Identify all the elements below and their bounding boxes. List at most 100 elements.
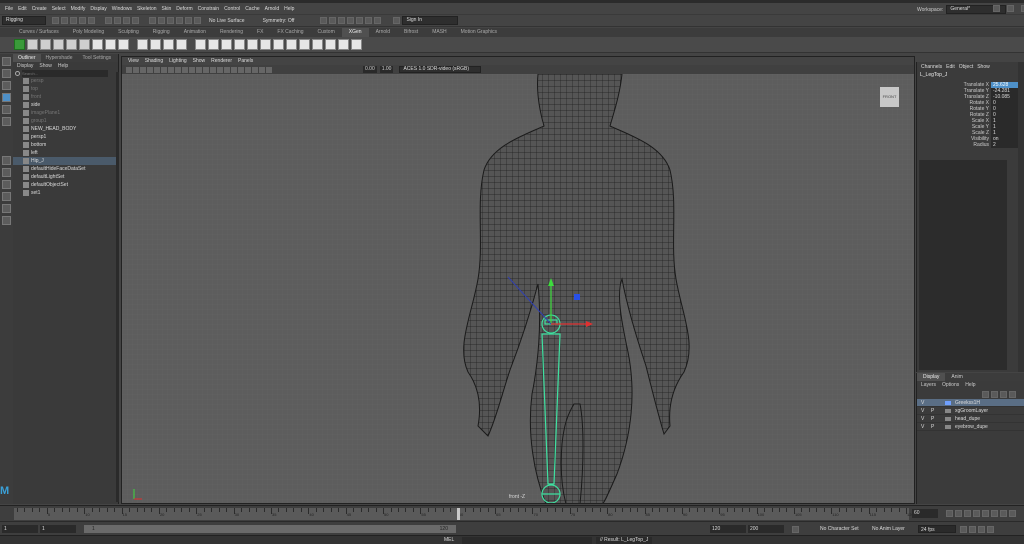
guide-icon[interactable]	[195, 39, 206, 50]
move-layer-up-icon[interactable]	[982, 390, 989, 398]
layer-tab-anim[interactable]: Anim	[945, 373, 968, 381]
density-icon[interactable]	[234, 39, 245, 50]
xgen-icon[interactable]	[14, 39, 25, 50]
attribute-row[interactable]: Radius 2	[917, 142, 1024, 148]
single-view-icon[interactable]	[2, 168, 11, 177]
viewport-menu-panels[interactable]: Panels	[238, 57, 253, 65]
shelf-tab-poly-modeling[interactable]: Poly Modeling	[66, 28, 111, 37]
colorspace-dropdown[interactable]: ACES 1.0 SDR-video (sRGB)	[399, 66, 482, 73]
layer-visibility-toggle[interactable]: V	[921, 407, 924, 415]
image-plane-icon[interactable]	[147, 66, 153, 73]
step-back-icon[interactable]	[964, 510, 971, 517]
layer-row[interactable]: V Greekss1H	[917, 399, 1024, 407]
sculpt-icon[interactable]	[221, 39, 232, 50]
anim-layer-dropdown[interactable]: No Anim Layer	[870, 525, 914, 533]
menu-display[interactable]: Display	[90, 6, 106, 12]
outliner-item[interactable]: defaultLightSet	[13, 173, 118, 181]
sign-in-area[interactable]: Sign In	[393, 16, 459, 25]
step-back-key-icon[interactable]	[955, 510, 962, 517]
minimize-icon[interactable]	[993, 5, 1000, 12]
outliner-item[interactable]: imagePlane1	[13, 109, 118, 117]
shelf-tab-rigging[interactable]: Rigging	[146, 28, 177, 37]
character-set-dropdown[interactable]: No Character Set	[818, 525, 864, 533]
outliner-item[interactable]: group1	[13, 117, 118, 125]
new-layer-icon[interactable]	[1000, 390, 1007, 398]
time-slider[interactable]: 5 10 15 20 25 30 35 40 45 50 55 60 65 70 75 80 85 90 95 100…	[0, 505, 1024, 521]
live-surface-label[interactable]: No Live Surface	[209, 18, 245, 24]
playback-end-field[interactable]: 120	[710, 525, 746, 533]
menu-constrain[interactable]: Constrain	[198, 6, 219, 12]
mesh-icon[interactable]	[176, 39, 187, 50]
exposure-icon[interactable]	[259, 66, 265, 73]
outliner-search-input[interactable]	[22, 69, 108, 77]
clump-icon[interactable]	[105, 39, 116, 50]
layer-playback-toggle[interactable]: P	[931, 423, 934, 431]
gamma-icon[interactable]	[266, 66, 272, 73]
menu-file[interactable]: File	[5, 6, 13, 12]
outliner-item[interactable]: top	[13, 85, 118, 93]
shelf-tab-animation[interactable]: Animation	[177, 28, 213, 37]
menu-modify[interactable]: Modify	[71, 6, 86, 12]
outliner-menu-show[interactable]: Show	[39, 63, 52, 69]
shelf-tab-curves-surfaces[interactable]: Curves / Surfaces	[12, 28, 66, 37]
layer-visibility-toggle[interactable]: V	[921, 423, 924, 431]
save-scene-icon[interactable]	[70, 17, 77, 24]
fps-dropdown[interactable]: 24 fps	[918, 525, 956, 533]
menu-select[interactable]: Select	[52, 6, 66, 12]
comb-icon[interactable]	[299, 39, 310, 50]
outliner-item[interactable]: Hip_J	[13, 157, 118, 165]
shadows-icon[interactable]	[189, 66, 195, 73]
smooth-shade-icon[interactable]	[168, 66, 174, 73]
channel-menu-channels[interactable]: Channels	[921, 64, 942, 70]
shelf-tab-fx-caching[interactable]: FX Caching	[270, 28, 310, 37]
pause-icon[interactable]	[374, 17, 382, 24]
shelf-tab-bifrost[interactable]: Bifrost	[397, 28, 425, 37]
xray-icon[interactable]	[217, 66, 223, 73]
menu-create[interactable]: Create	[32, 6, 47, 12]
gate-mask-icon[interactable]	[238, 66, 244, 73]
shelf-tab-mash[interactable]: MASH	[425, 28, 453, 37]
undo-icon[interactable]	[79, 17, 86, 24]
time-ruler[interactable]: 5 10 15 20 25 30 35 40 45 50 55 60 65 70 75 80 85 90 95 100…	[14, 508, 914, 520]
smooth-icon[interactable]	[312, 39, 323, 50]
new-layer-selected-icon[interactable]	[1009, 390, 1016, 398]
menu-edit[interactable]: Edit	[18, 6, 27, 12]
shelf-tab-sculpting[interactable]: Sculpting	[111, 28, 146, 37]
scale-tool-icon[interactable]	[2, 117, 11, 126]
channel-menu-edit[interactable]: Edit	[946, 64, 955, 70]
noise-icon[interactable]	[137, 39, 148, 50]
preferences-icon[interactable]	[987, 526, 994, 533]
channel-box-scrollbar[interactable]	[1018, 62, 1024, 372]
play-forward-icon[interactable]	[982, 510, 989, 517]
isolate-icon[interactable]	[210, 66, 216, 73]
length-icon[interactable]	[247, 39, 258, 50]
new-scene-icon[interactable]	[52, 17, 59, 24]
hypershade-icon[interactable]	[356, 17, 364, 24]
go-to-end-icon[interactable]	[1009, 510, 1016, 517]
soft-select-icon[interactable]	[2, 156, 11, 165]
viewport-menu-view[interactable]: View	[128, 57, 139, 65]
grooming-icon[interactable]	[79, 39, 90, 50]
step-forward-key-icon[interactable]	[1000, 510, 1007, 517]
layer-tab-display[interactable]: Display	[917, 373, 946, 381]
menu-arnold[interactable]: Arnold	[265, 6, 279, 12]
object-name[interactable]: L_LegTop_J	[917, 72, 1024, 82]
audio-icon[interactable]	[969, 526, 976, 533]
sphere-icon[interactable]	[40, 39, 51, 50]
shelf-tab-custom[interactable]: Custom	[311, 28, 342, 37]
menu-set-dropdown[interactable]: Rigging	[2, 16, 46, 25]
command-input[interactable]	[462, 537, 592, 544]
snap-surface-icon[interactable]	[185, 17, 192, 24]
layout-icon[interactable]	[2, 204, 11, 213]
menu-help[interactable]: Help	[284, 6, 294, 12]
outliner-tab-hypershade[interactable]: Hypershade	[41, 54, 78, 62]
field-b[interactable]: 1.00	[379, 66, 394, 73]
redo-icon[interactable]	[88, 17, 95, 24]
open-scene-icon[interactable]	[61, 17, 68, 24]
paint-select-icon[interactable]	[2, 81, 11, 90]
move-layer-down-icon[interactable]	[991, 390, 998, 398]
script-language-label[interactable]: MEL	[444, 537, 454, 543]
freeze-icon[interactable]	[325, 39, 336, 50]
snap-curve-icon[interactable]	[158, 17, 165, 24]
layers-icon[interactable]	[150, 39, 161, 50]
